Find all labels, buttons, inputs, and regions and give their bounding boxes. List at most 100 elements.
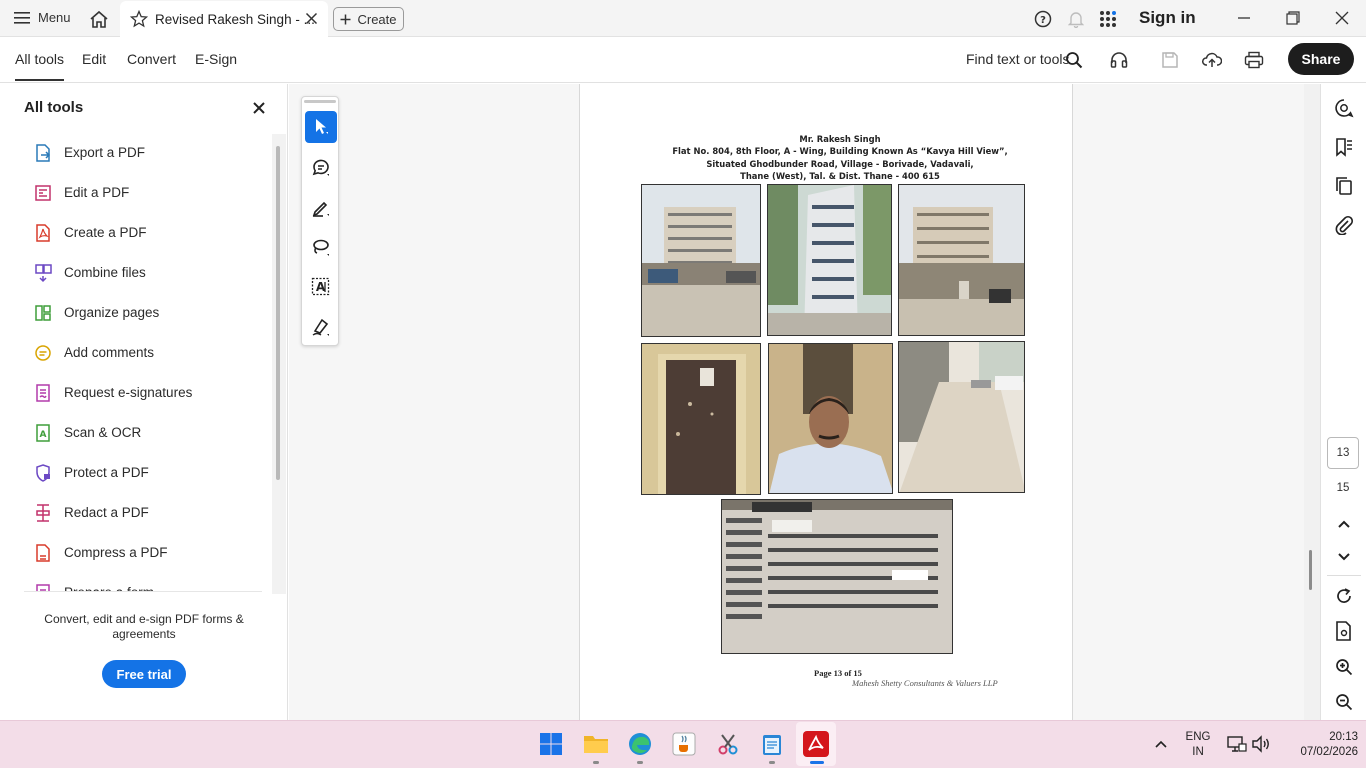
menu-button[interactable]: Menu	[14, 10, 71, 25]
search-icon	[1066, 52, 1083, 69]
find-text-or-tools[interactable]: Find text or tools	[966, 51, 1070, 67]
attachments-button[interactable]	[1333, 214, 1355, 236]
tool-item-compress-pdf[interactable]: Compress a PDF	[0, 535, 270, 571]
edit-pdf-icon	[35, 185, 51, 201]
restore-button[interactable]	[1278, 6, 1308, 30]
add-comments-icon	[35, 345, 51, 361]
highlight-tool-button[interactable]	[305, 191, 337, 223]
tool-item-organize-pages[interactable]: Organize pages	[0, 295, 270, 331]
notepad-running-indicator	[769, 761, 775, 764]
apps-grid-icon	[1100, 11, 1116, 27]
tool-item-scan-ocr[interactable]: A Scan & OCR	[0, 415, 270, 451]
language-indicator[interactable]: ENG IN	[1182, 730, 1214, 760]
draw-tool-button[interactable]	[305, 231, 337, 263]
create-button[interactable]: Create	[333, 7, 404, 31]
page-footer: Page 13 of 15	[814, 668, 862, 678]
tab-close-icon[interactable]	[305, 12, 318, 25]
ai-assistant-button[interactable]	[1333, 97, 1355, 119]
search-button[interactable]	[1063, 49, 1085, 71]
document-scrollbar[interactable]	[1304, 84, 1320, 720]
sign-in-button[interactable]: Sign in	[1139, 8, 1196, 28]
apps-button[interactable]	[1098, 9, 1118, 29]
zoom-in-button[interactable]	[1333, 656, 1355, 678]
quick-tools-grip[interactable]	[304, 100, 336, 103]
edge-running-indicator	[637, 761, 643, 764]
snipping-tool-button[interactable]	[715, 731, 741, 757]
scroll-thumb[interactable]	[1309, 550, 1312, 590]
comment-tool-button[interactable]	[305, 151, 337, 183]
home-button[interactable]	[88, 8, 110, 30]
java-app-button[interactable]	[671, 731, 697, 757]
previous-page-button[interactable]	[1333, 513, 1355, 535]
organize-pages-icon	[35, 305, 51, 321]
help-button[interactable]: ?	[1033, 9, 1053, 29]
star-icon[interactable]	[130, 10, 148, 28]
notepad-button[interactable]	[759, 731, 785, 757]
thumbnails-button[interactable]	[1333, 175, 1355, 197]
save-icon	[1162, 52, 1178, 68]
free-trial-button[interactable]: Free trial	[102, 660, 186, 688]
tool-item-request-esign[interactable]: Request e-signatures	[0, 375, 270, 411]
cloud-upload-icon	[1202, 52, 1222, 67]
read-aloud-button[interactable]	[1108, 49, 1130, 71]
share-button[interactable]: Share	[1288, 43, 1354, 75]
select-tool-button[interactable]	[305, 111, 337, 143]
svg-text:?: ?	[1040, 15, 1046, 26]
electric-meters-photo	[721, 499, 953, 654]
help-icon: ?	[1034, 10, 1052, 28]
tab-title: Revised Rakesh Singh - ...	[155, 12, 315, 27]
close-window-button[interactable]	[1327, 6, 1357, 30]
minimize-button[interactable]	[1229, 6, 1259, 30]
panel-scrollbar[interactable]	[276, 146, 280, 480]
svg-text:A: A	[40, 430, 47, 440]
chevron-down-icon	[1338, 553, 1350, 561]
page-settings-button[interactable]	[1333, 620, 1355, 642]
bookmarks-button[interactable]	[1333, 136, 1355, 158]
close-icon	[1335, 11, 1349, 25]
tool-item-export-pdf[interactable]: Export a PDF	[0, 135, 270, 171]
print-button[interactable]	[1243, 49, 1265, 71]
tool-item-protect-pdf[interactable]: Protect a PDF	[0, 455, 270, 491]
tab-esign[interactable]: E-Sign	[195, 51, 237, 67]
file-explorer-running-indicator	[593, 761, 599, 764]
tab-all-tools[interactable]: All tools	[15, 51, 65, 81]
tool-item-edit-pdf[interactable]: Edit a PDF	[0, 175, 270, 211]
tool-item-label: Redact a PDF	[64, 505, 149, 520]
tool-item-label: Compress a PDF	[64, 545, 168, 560]
clock[interactable]: 20:13 07/02/2026	[1280, 730, 1358, 760]
rotate-button[interactable]	[1333, 585, 1355, 607]
tool-item-create-pdf[interactable]: Create a PDF	[0, 215, 270, 251]
save-button[interactable]	[1159, 49, 1181, 71]
engineer-selfie-photo	[768, 343, 893, 494]
chevron-up-icon	[1338, 520, 1350, 528]
tool-item-add-comments[interactable]: Add comments	[0, 335, 270, 371]
tab-convert[interactable]: Convert	[127, 51, 176, 67]
upload-cloud-button[interactable]	[1201, 49, 1223, 71]
document-tab[interactable]: Revised Rakesh Singh - ...	[120, 1, 328, 38]
quick-tools-bar: A	[301, 96, 339, 346]
tool-item-combine-files[interactable]: Combine files	[0, 255, 270, 291]
pdf-page[interactable]: Mr. Rakesh Singh Flat No. 804, 8th Floor…	[579, 84, 1073, 720]
tool-item-prepare-form[interactable]: Prepare a form	[0, 575, 270, 592]
sign-tool-button[interactable]	[305, 311, 337, 343]
current-page-input[interactable]: 13	[1327, 437, 1359, 469]
file-explorer-button[interactable]	[583, 731, 609, 757]
edge-browser-button[interactable]	[627, 731, 653, 757]
acrobat-button[interactable]	[803, 731, 829, 757]
all-tools-panel: All tools Export a PDF Edit a PDF Create a…	[0, 84, 288, 720]
tool-item-redact-pdf[interactable]: Redact a PDF	[0, 495, 270, 531]
tools-list: Export a PDF Edit a PDF Create a PDF Combin…	[0, 135, 270, 592]
next-page-button[interactable]	[1333, 546, 1355, 568]
speaker-icon	[1252, 735, 1269, 753]
volume-button[interactable]	[1248, 731, 1274, 757]
notifications-button[interactable]	[1066, 9, 1086, 29]
language-line-2: IN	[1192, 746, 1204, 758]
tab-edit[interactable]: Edit	[82, 51, 106, 67]
tool-item-label: Organize pages	[64, 305, 160, 320]
network-button[interactable]	[1224, 731, 1250, 757]
text-tool-button[interactable]: A	[305, 271, 337, 303]
zoom-out-button[interactable]	[1333, 691, 1355, 713]
hidden-icons-button[interactable]	[1148, 731, 1174, 757]
start-button[interactable]	[538, 731, 564, 757]
panel-close-icon[interactable]	[252, 101, 266, 115]
